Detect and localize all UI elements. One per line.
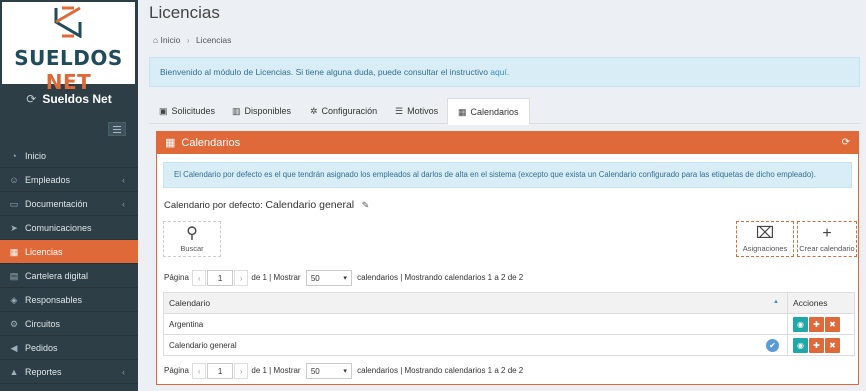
chevron-left-icon: ‹ <box>122 175 125 185</box>
sidebar-item-circuitos[interactable]: ⚙ Circuitos <box>0 312 138 336</box>
breadcrumb: ⌂ Inicio › Licencias <box>153 35 231 45</box>
column-header-calendario[interactable]: Calendario ▲ <box>163 292 788 314</box>
chevron-right-icon: › <box>186 35 190 45</box>
sidebar-item-responsables[interactable]: ◈ Responsables <box>0 288 138 312</box>
sidebar-item-pedidos[interactable]: ◀ Pedidos <box>0 336 138 360</box>
sidebar: SUELDOS NET ⟳ Sueldos Net ◔ Inicio ☺ Emplea… <box>0 0 138 391</box>
sidebar-item-empleados[interactable]: ☺ Empleados ‹ <box>0 168 138 192</box>
calendars-table: Calendario ▲ Acciones Argentina ◉ ✚ ✖ Calen… <box>163 292 855 356</box>
logo-mark-icon <box>54 6 82 38</box>
search-icon: ⚲ <box>186 225 198 242</box>
default-check-icon: ✔ <box>766 339 779 352</box>
excel-icon: ⌧ <box>755 225 775 242</box>
sync-icon: ⟳ <box>26 92 37 106</box>
chevron-left-icon: ‹ <box>122 367 125 377</box>
panel-header: ▦ Calendarios ⟳ <box>157 132 858 154</box>
tab-solicitudes[interactable]: ▣ Solicitudes <box>149 98 225 124</box>
assign-user-button[interactable]: ✚ <box>809 316 824 332</box>
next-page-button[interactable]: › <box>234 363 249 379</box>
sidebar-item-documentacion[interactable]: ▭ Documentación ‹ <box>0 192 138 216</box>
sidebar-item-reportes[interactable]: ▲ Reportes ‹ <box>0 360 138 384</box>
sort-asc-icon: ▲ <box>773 299 779 305</box>
bar-chart-icon: ▥ <box>232 106 241 116</box>
row-actions: ◉ ✚ ✖ <box>787 334 855 356</box>
refresh-icon[interactable]: ⟳ <box>842 132 850 154</box>
board-icon: ▤ <box>9 271 19 281</box>
sidebar-item-cartelera[interactable]: ▤ Cartelera digital <box>0 264 138 288</box>
paper-plane-icon: ➤ <box>10 223 18 233</box>
view-button[interactable]: ◉ <box>793 316 808 332</box>
sidebar-item-inicio[interactable]: ◔ Inicio <box>0 144 138 168</box>
breadcrumb-current: Licencias <box>195 35 232 45</box>
calendar-icon: ▦ <box>165 137 176 149</box>
row-actions: ◉ ✚ ✖ <box>787 313 855 335</box>
home-icon: ⌂ <box>153 35 159 45</box>
main-content: Licencias ⌂ Inicio › Licencias Bienvenid… <box>138 0 866 391</box>
dashboard-icon: ◔ <box>11 151 17 161</box>
calendar-name: Argentina <box>163 313 788 335</box>
breadcrumb-home[interactable]: Inicio <box>161 35 181 45</box>
shield-icon: ◈ <box>10 295 18 305</box>
menu-toggle-button[interactable] <box>108 122 126 136</box>
sidebar-nav: ◔ Inicio ☺ Empleados ‹ ▭ Documentación ‹ ➤ Com… <box>0 144 138 384</box>
page-input[interactable]: 1 <box>207 363 234 379</box>
logo-text: SUELDOS NET <box>14 46 123 94</box>
table-row: Calendario general ✔ ◉ ✚ ✖ <box>163 334 855 356</box>
per-page-select[interactable]: 50 ▾ <box>305 363 352 379</box>
calendar-name-cell: Calendario general ✔ <box>163 334 788 356</box>
next-page-button[interactable]: › <box>234 270 249 286</box>
delete-button[interactable]: ✖ <box>825 316 840 332</box>
tab-configuracion[interactable]: ✲ Configuración <box>300 98 387 124</box>
assignments-button[interactable]: ⌧ Asignaciones <box>736 221 794 257</box>
tabs: ▣ Solicitudes ▥ Disponibles ✲ Configuración… <box>149 98 860 125</box>
chevron-down-icon: ▾ <box>343 275 347 282</box>
tab-motivos[interactable]: ☰ Motivos <box>385 98 448 124</box>
chevron-down-icon: ▾ <box>343 368 347 375</box>
pager-top: Página ‹ 1 › de 1 | Mostrar 50 ▾ calendario… <box>164 270 523 286</box>
search-button[interactable]: ⚲ Buscar <box>163 221 221 257</box>
users-icon: ☺ <box>9 175 19 185</box>
tab-calendarios[interactable]: ▦ Calendarios <box>447 98 530 125</box>
page-title: Licencias <box>149 3 220 22</box>
list-icon: ☰ <box>395 106 404 116</box>
prev-page-button[interactable]: ‹ <box>192 270 207 286</box>
sidebar-item-comunicaciones[interactable]: ➤ Comunicaciones <box>0 216 138 240</box>
logo[interactable]: SUELDOS NET <box>2 2 135 94</box>
delete-button[interactable]: ✖ <box>825 337 840 353</box>
table-row: Argentina ◉ ✚ ✖ <box>163 313 855 335</box>
instructivo-link[interactable]: aquí. <box>490 67 509 77</box>
prev-page-button[interactable]: ‹ <box>192 363 207 379</box>
per-page-select[interactable]: 50 ▾ <box>305 270 352 286</box>
view-button[interactable]: ◉ <box>793 337 808 353</box>
brand-name: ⟳ Sueldos Net <box>26 92 112 106</box>
chart-icon: ▲ <box>9 367 19 377</box>
panel-info-alert: El Calendario por defecto es el que tend… <box>163 162 852 188</box>
chevron-left-icon: ‹ <box>122 199 125 209</box>
circuit-icon: ⚙ <box>9 319 19 329</box>
calendarios-panel: ▦ Calendarios ⟳ El Calendario por defecto… <box>156 131 859 385</box>
page-input[interactable]: 1 <box>207 270 234 286</box>
inbox-icon: ▣ <box>159 106 168 116</box>
welcome-alert: Bienvenido al módulo de Licencias. Si ti… <box>149 57 860 87</box>
plus-icon: + <box>822 225 832 242</box>
cog-icon: ✲ <box>310 106 318 116</box>
pager-bottom: Página ‹ 1 › de 1 | Mostrar 50 ▾ calendario… <box>164 363 523 379</box>
default-calendar-value: Calendario general <box>265 199 355 211</box>
tab-disponibles[interactable]: ▥ Disponibles <box>222 98 301 124</box>
megaphone-icon: ◀ <box>10 343 18 353</box>
folder-icon: ▭ <box>9 199 19 209</box>
calendar-icon: ▦ <box>9 247 19 257</box>
column-header-acciones: Acciones <box>787 292 855 314</box>
assign-user-button[interactable]: ✚ <box>809 337 824 353</box>
create-calendar-button[interactable]: + Crear calendario <box>797 221 857 257</box>
edit-icon[interactable]: ✎ <box>362 200 370 210</box>
sidebar-item-licencias[interactable]: ▦ Licencias <box>0 240 138 264</box>
default-calendar-line: Calendario por defecto: Calendario gener… <box>164 199 370 211</box>
calendar-icon: ▦ <box>458 107 467 117</box>
